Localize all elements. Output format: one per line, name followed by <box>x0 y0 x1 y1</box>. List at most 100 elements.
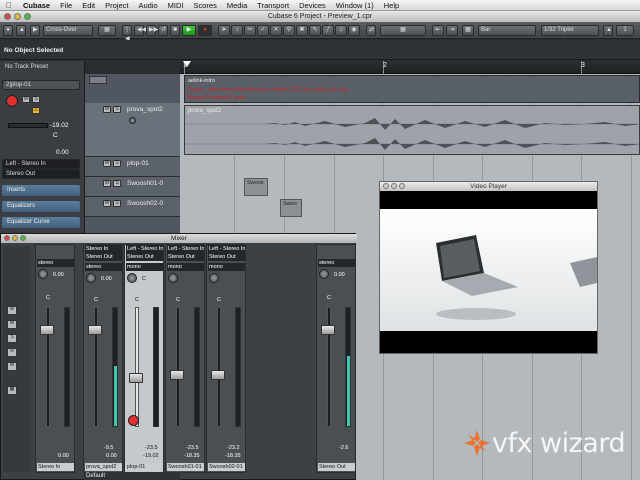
draw-tool-icon[interactable]: ✎ <box>309 25 321 36</box>
crossover-select[interactable]: Cross-Over <box>43 25 93 36</box>
minimize-window-button[interactable] <box>14 13 21 20</box>
playhead-marker-icon[interactable] <box>183 61 191 67</box>
strip-mode[interactable]: stereo <box>37 259 74 267</box>
constrain-delay-icon[interactable]: ▲ <box>16 25 26 36</box>
strip-name[interactable]: Stereo In <box>37 463 74 471</box>
strip-name[interactable]: Stereo Out <box>318 463 355 471</box>
pan-knob[interactable] <box>319 269 329 279</box>
output-routing[interactable]: Stereo Out <box>85 253 122 261</box>
snap-settings-icon[interactable]: ▦ <box>380 25 426 36</box>
fader-knob[interactable] <box>88 325 102 335</box>
menu-media[interactable]: Media <box>222 1 252 10</box>
strip-mode[interactable]: mono <box>167 263 204 271</box>
fader-track[interactable] <box>135 307 139 427</box>
menu-scores[interactable]: Scores <box>189 1 222 10</box>
fader-track[interactable] <box>176 307 180 427</box>
snap-toggle-icon[interactable]: ⇤ <box>432 25 444 36</box>
play-button[interactable]: ▶ <box>182 25 196 36</box>
strip-name[interactable]: prova_spot2 <box>85 463 122 471</box>
rewind-button[interactable]: ◀◀ <box>134 25 146 36</box>
go-start-button[interactable]: |◀ <box>122 25 132 42</box>
track-preset-label[interactable]: No Track Preset <box>2 63 80 73</box>
snap-mode-icon[interactable]: ⇥ <box>446 25 458 36</box>
color-tool-icon[interactable]: ◉ <box>348 25 360 36</box>
inspector-solo-button[interactable]: S <box>32 96 40 103</box>
mute-tool-icon[interactable]: ✖ <box>296 25 308 36</box>
solo-button[interactable]: S <box>113 180 121 187</box>
track-name[interactable]: plop-01 <box>127 160 149 167</box>
mute-button[interactable]: M <box>103 200 111 207</box>
strip-name[interactable]: Swoosh01-01 <box>167 463 204 471</box>
fader-knob[interactable] <box>40 325 54 335</box>
output-routing[interactable]: Stereo Out <box>126 253 163 261</box>
record-enable-icon[interactable] <box>128 415 139 426</box>
inspector-mute-button[interactable]: M <box>22 96 30 103</box>
minimize-window-button[interactable] <box>391 183 397 189</box>
apple-menu-icon[interactable]:  <box>0 1 18 10</box>
erase-tool-icon[interactable]: ✕ <box>270 25 282 36</box>
strip-mode[interactable]: mono <box>126 263 163 271</box>
pan-knob[interactable] <box>86 273 96 283</box>
glue-tool-icon[interactable]: ✓ <box>257 25 269 36</box>
mixer-preset[interactable]: Default <box>84 472 180 480</box>
solo-button[interactable]: S <box>113 160 121 167</box>
inspector-track-name[interactable]: 2|plop-01 <box>2 80 80 90</box>
autoscroll-icon[interactable]: ▶ <box>30 25 40 36</box>
line-tool-icon[interactable]: ╱ <box>322 25 334 36</box>
audio-event[interactable]: prova_spot2 <box>184 105 640 155</box>
grid-icon[interactable]: ▦ <box>462 25 474 36</box>
split-tool-icon[interactable]: ✂ <box>244 25 256 36</box>
grid-type-select[interactable]: Bar <box>478 25 536 36</box>
quantize-icon[interactable]: ▲ <box>603 25 613 36</box>
swoosh-event[interactable]: Swoos <box>244 178 268 196</box>
track-name[interactable]: Swoosh02-0 <box>127 200 163 207</box>
app-menu[interactable]: Cubase <box>18 1 55 10</box>
close-window-button[interactable] <box>4 235 10 241</box>
strip-mode[interactable]: stereo <box>318 259 355 267</box>
pan-knob[interactable] <box>127 273 137 283</box>
output-routing[interactable]: Stereo Out <box>2 169 80 179</box>
fader-knob[interactable] <box>321 325 335 335</box>
minimize-window-button[interactable] <box>12 235 18 241</box>
stop-button[interactable]: ■ <box>170 25 180 36</box>
record-enable-icon[interactable] <box>6 95 18 107</box>
strip-mode[interactable]: stereo <box>85 263 122 271</box>
nudge-icon[interactable]: ⇄ <box>366 25 376 36</box>
track-row[interactable]: M S Swoosh01-0 <box>85 177 181 197</box>
close-window-button[interactable] <box>4 13 11 20</box>
mute-button[interactable]: M <box>103 160 111 167</box>
solo-button[interactable]: S <box>113 200 121 207</box>
pan-knob[interactable] <box>209 273 219 283</box>
menu-midi[interactable]: MIDI <box>163 1 189 10</box>
menu-edit[interactable]: Edit <box>77 1 100 10</box>
menu-devices[interactable]: Devices <box>294 1 331 10</box>
close-window-button[interactable] <box>383 183 389 189</box>
object-select-tool-icon[interactable]: ➤ <box>218 25 230 36</box>
equalizers-section[interactable]: Equalizers <box>2 201 80 212</box>
zoom-window-button[interactable] <box>24 13 31 20</box>
mixer-solo-all-icon[interactable]: S <box>7 334 17 343</box>
track-record-icon[interactable] <box>129 117 136 124</box>
forward-button[interactable]: ▶▶ <box>146 25 158 36</box>
fader-knob[interactable] <box>170 370 184 380</box>
strip-mode[interactable]: mono <box>208 263 245 271</box>
video-event[interactable]: aelink-intro Project - Video frame Rate … <box>184 75 640 103</box>
solo-button[interactable]: S <box>113 106 121 113</box>
track-name[interactable]: Swoosh01-0 <box>127 180 163 187</box>
edit-mode-icon[interactable]: ▦ <box>98 25 116 36</box>
input-routing[interactable]: Left - Stereo In <box>167 245 204 253</box>
strip-name[interactable]: Swoosh02-01 <box>208 463 245 471</box>
track-row[interactable]: M S plop-01 <box>85 157 181 177</box>
volume-slider[interactable] <box>8 123 48 128</box>
zoom-window-button[interactable] <box>20 235 26 241</box>
fader-knob[interactable] <box>129 373 143 383</box>
input-routing[interactable]: Left - Stereo In <box>2 159 80 169</box>
menu-transport[interactable]: Transport <box>252 1 294 10</box>
fader-track[interactable] <box>217 307 221 427</box>
strip-name[interactable]: plop-01 <box>126 463 163 471</box>
mixer-view-icon[interactable]: ▦ <box>7 386 17 395</box>
folder-icon[interactable] <box>89 76 107 84</box>
range-tool-icon[interactable]: ↕ <box>231 25 243 36</box>
mixer-mute-all-icon[interactable]: M <box>7 320 17 329</box>
menu-file[interactable]: File <box>55 1 77 10</box>
